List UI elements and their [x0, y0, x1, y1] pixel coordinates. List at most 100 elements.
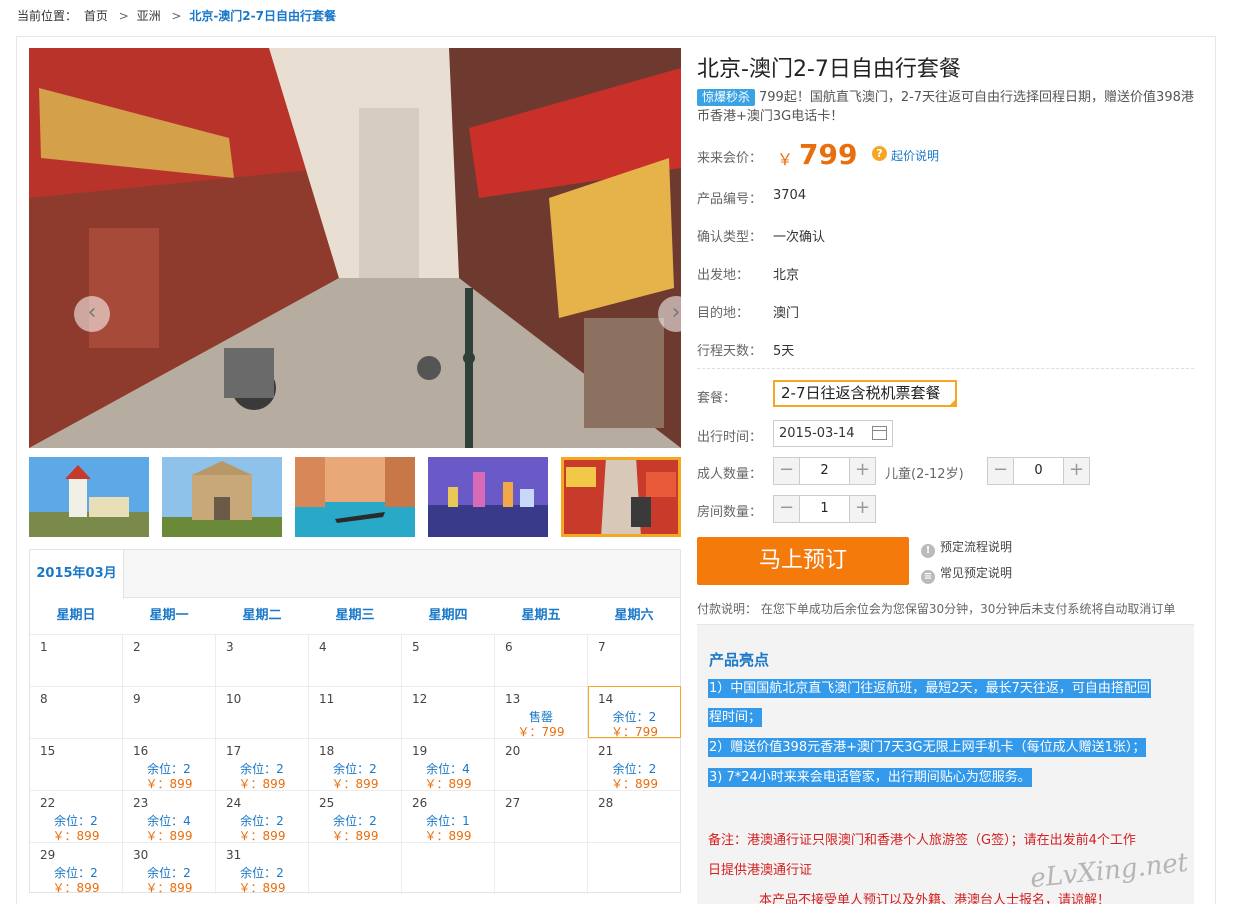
breadcrumb: 当前位置： 首页 > 亚洲 > 北京-澳门2-7日自由行套餐	[17, 7, 339, 24]
price-value: 799	[799, 138, 858, 171]
room-plus-button[interactable]: +	[849, 496, 875, 522]
calendar-day[interactable]: 16 余位：2 ￥：899	[123, 738, 216, 791]
room-minus-button[interactable]: −	[774, 496, 800, 522]
info-label: 产品编号：	[697, 192, 763, 207]
calendar-day: 9	[123, 686, 216, 738]
calendar-day[interactable]: 29 余位：2 ￥：899	[30, 842, 123, 895]
calendar-day: 8	[30, 686, 123, 738]
booking-faq-link[interactable]: ≡ 常见预定说明	[921, 564, 1012, 584]
calendar-day-number: 19	[412, 744, 428, 758]
calendar-day-price: ￥：899	[52, 881, 100, 895]
gallery-prev-button[interactable]: ‹	[74, 296, 110, 332]
calendar-day[interactable]: 19 余位：4 ￥：899	[402, 738, 495, 791]
date-label: 出行时间：	[697, 430, 763, 445]
adult-quantity-stepper: − 2 +	[773, 457, 876, 485]
calendar-month-tab[interactable]: 2015年03月	[30, 550, 124, 599]
calendar-day-number: 6	[505, 640, 513, 654]
info-value: 澳门	[773, 306, 800, 321]
calendar-day[interactable]: 18 余位：2 ￥：899	[309, 738, 402, 791]
calendar-day-number: 10	[226, 692, 242, 706]
calendar-day	[402, 842, 495, 894]
calendar-day: 2	[123, 634, 216, 686]
question-icon[interactable]: ?	[872, 146, 887, 161]
calendar-day[interactable]: 30 余位：2 ￥：899	[123, 842, 216, 895]
package-option-selected[interactable]: 2-7日往返含税机票套餐	[773, 380, 957, 407]
calendar-day-price: ￥：899	[238, 881, 286, 895]
calendar-header: 2015年03月	[30, 550, 680, 599]
child-quantity-value[interactable]: 0	[1014, 458, 1063, 484]
highlight-line: 程时间；	[708, 708, 763, 727]
page-title: 北京-澳门2-7日自由行套餐	[697, 57, 961, 82]
calendar-day-number: 23	[133, 796, 149, 810]
calendar-day-number: 27	[505, 796, 521, 810]
thumbnail-street-market[interactable]	[561, 457, 681, 537]
calendar-day: 28	[588, 790, 681, 842]
list-icon: ≡	[921, 570, 935, 584]
package-label-row: 套餐：	[697, 387, 736, 406]
info-row-product-id: 产品编号： 3704	[697, 188, 806, 207]
calendar-day[interactable]: 24 余位：2 ￥：899	[216, 790, 309, 843]
book-now-button[interactable]: 马上预订	[697, 537, 909, 585]
info-label: 出发地：	[697, 268, 750, 283]
calendar-icon[interactable]	[872, 426, 887, 440]
calendar-day: 20	[495, 738, 588, 790]
calendar-day[interactable]: 26 余位：1 ￥：899	[402, 790, 495, 843]
calendar-day-number: 25	[319, 796, 335, 810]
thumbnail-lighthouse[interactable]	[29, 457, 149, 537]
info-value: 5天	[773, 344, 795, 359]
calendar-day-number: 18	[319, 744, 335, 758]
flash-sale-badge: 惊爆秒杀	[697, 89, 756, 106]
room-quantity-value[interactable]: 1	[800, 496, 849, 522]
booking-process-link[interactable]: ! 预定流程说明	[921, 538, 1012, 558]
calendar-day[interactable]: 22 余位：2 ￥：899	[30, 790, 123, 843]
info-label: 行程天数：	[697, 344, 763, 359]
booking-process-label: 预定流程说明	[940, 540, 1013, 554]
weekday-label: 星期日	[56, 608, 96, 623]
calendar-day-number: 9	[133, 692, 141, 706]
calendar-day-number: 7	[598, 640, 606, 654]
calendar-day[interactable]: 21 余位：2 ￥：899	[588, 738, 681, 791]
calendar-day: 3	[216, 634, 309, 686]
adult-plus-button[interactable]: +	[849, 458, 875, 484]
adult-label-row: 成人数量：	[697, 463, 762, 482]
highlight-line: 3) 7*24小时来来会电话管家，出行期间贴心为您服务。	[708, 768, 1032, 787]
adult-label: 成人数量：	[697, 467, 763, 482]
child-minus-button[interactable]: −	[988, 458, 1014, 484]
travel-date-input[interactable]: 2015-03-14	[773, 420, 893, 447]
adult-quantity-value[interactable]: 2	[800, 458, 849, 484]
child-plus-button[interactable]: +	[1063, 458, 1089, 484]
weekday-label: 星期二	[242, 608, 282, 623]
calendar-day[interactable]: 31 余位：2 ￥：899	[216, 842, 309, 895]
thumbnail-night-skyline[interactable]	[428, 457, 548, 537]
travel-date-value: 2015-03-14	[779, 426, 855, 441]
selected-check-icon	[948, 398, 957, 407]
price-label: 来来会价：	[697, 151, 763, 166]
calendar-day-number: 17	[226, 744, 242, 758]
calendar-day[interactable]: 13 售罄 ￥：799	[495, 686, 588, 739]
remark-line: 备注：港澳通行证只限澳门和香港个人旅游签（G签）；请在出发前4个工作	[708, 833, 1136, 848]
calendar-day	[495, 842, 588, 894]
main-photo: ‹ ›	[29, 48, 681, 448]
calendar-day: 12	[402, 686, 495, 738]
calendar-day[interactable]: 25 余位：2 ￥：899	[309, 790, 402, 843]
package-label: 套餐：	[697, 391, 737, 406]
breadcrumb-asia-link[interactable]: 亚洲	[137, 9, 161, 23]
info-value: 北京	[773, 268, 800, 283]
calendar-day-number: 1	[40, 640, 48, 654]
adult-minus-button[interactable]: −	[774, 458, 800, 484]
calendar-day-number: 8	[40, 692, 48, 706]
calendar-day-selected[interactable]: 14 余位：2 ￥：799	[588, 686, 681, 739]
price-help-link[interactable]: 起价说明	[891, 147, 939, 164]
breadcrumb-home-link[interactable]: 首页	[84, 9, 108, 23]
date-label-row: 出行时间：	[697, 426, 762, 445]
child-label-row: 儿童(2-12岁)	[885, 463, 964, 482]
calendar-day	[309, 842, 402, 894]
calendar-day[interactable]: 17 余位：2 ￥：899	[216, 738, 309, 791]
calendar-day-number: 11	[319, 692, 335, 706]
calendar-day: 4	[309, 634, 402, 686]
breadcrumb-separator: >	[171, 9, 182, 23]
highlight-line: 2）赠送价值398元香港+澳门7天3G无限上网手机卡（每位成人赠送1张）；	[708, 738, 1147, 757]
thumbnail-ruins-of-st-paul[interactable]	[162, 457, 282, 537]
thumbnail-venetian-gondola[interactable]	[295, 457, 415, 537]
calendar-day[interactable]: 23 余位：4 ￥：899	[123, 790, 216, 843]
